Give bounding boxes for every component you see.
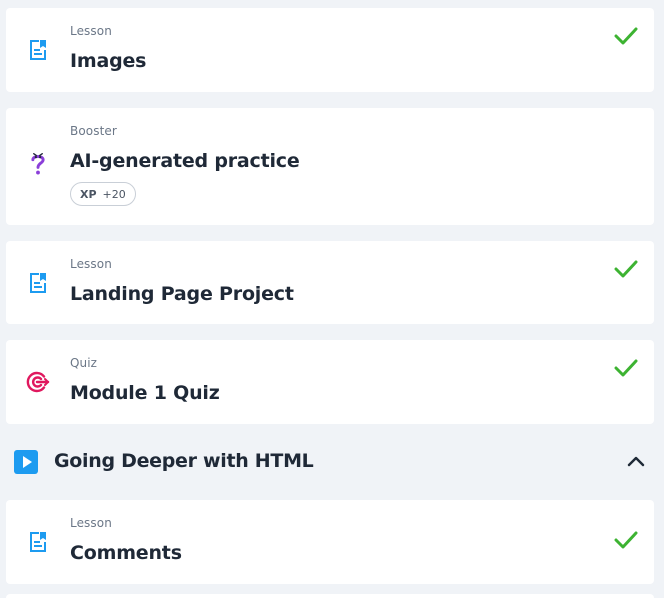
item-title: Comments <box>70 542 182 564</box>
completed-check-icon <box>614 531 638 549</box>
section-title: Going Deeper with HTML <box>54 450 314 472</box>
section-header-going-deeper[interactable]: Going Deeper with HTML <box>0 440 664 484</box>
item-kind-label: Lesson <box>70 516 112 530</box>
lesson-document-icon <box>30 273 46 293</box>
completed-check-icon <box>614 359 638 377</box>
item-kind-label: Lesson <box>70 257 112 271</box>
question-mark-icon <box>31 153 45 175</box>
completed-check-icon <box>614 260 638 278</box>
next-list-item-partial[interactable] <box>6 594 654 598</box>
course-outline: Lesson Images Booster AI-generated pract… <box>0 0 664 598</box>
xp-badge: XP +20 <box>70 182 136 206</box>
quiz-item-module-1[interactable]: Quiz Module 1 Quiz <box>6 340 654 424</box>
booster-item-ai-practice[interactable]: Booster AI-generated practice XP +20 <box>6 108 654 225</box>
item-title: Images <box>70 50 147 72</box>
xp-value: +20 <box>102 187 126 201</box>
xp-label: XP <box>80 187 97 201</box>
lesson-item-images[interactable]: Lesson Images <box>6 8 654 92</box>
item-title: AI-generated practice <box>70 150 300 172</box>
item-kind-label: Lesson <box>70 24 112 38</box>
item-kind-label: Booster <box>70 124 117 138</box>
lesson-document-icon <box>30 532 46 552</box>
play-icon <box>14 450 38 474</box>
item-title: Landing Page Project <box>70 283 294 305</box>
chevron-up-icon[interactable] <box>626 454 646 468</box>
lesson-item-comments[interactable]: Lesson Comments <box>6 500 654 584</box>
completed-check-icon <box>614 27 638 45</box>
lesson-item-landing-page-project[interactable]: Lesson Landing Page Project <box>6 241 654 324</box>
item-kind-label: Quiz <box>70 356 98 370</box>
item-title: Module 1 Quiz <box>70 382 220 404</box>
target-icon <box>26 371 50 393</box>
lesson-document-icon <box>30 40 46 60</box>
